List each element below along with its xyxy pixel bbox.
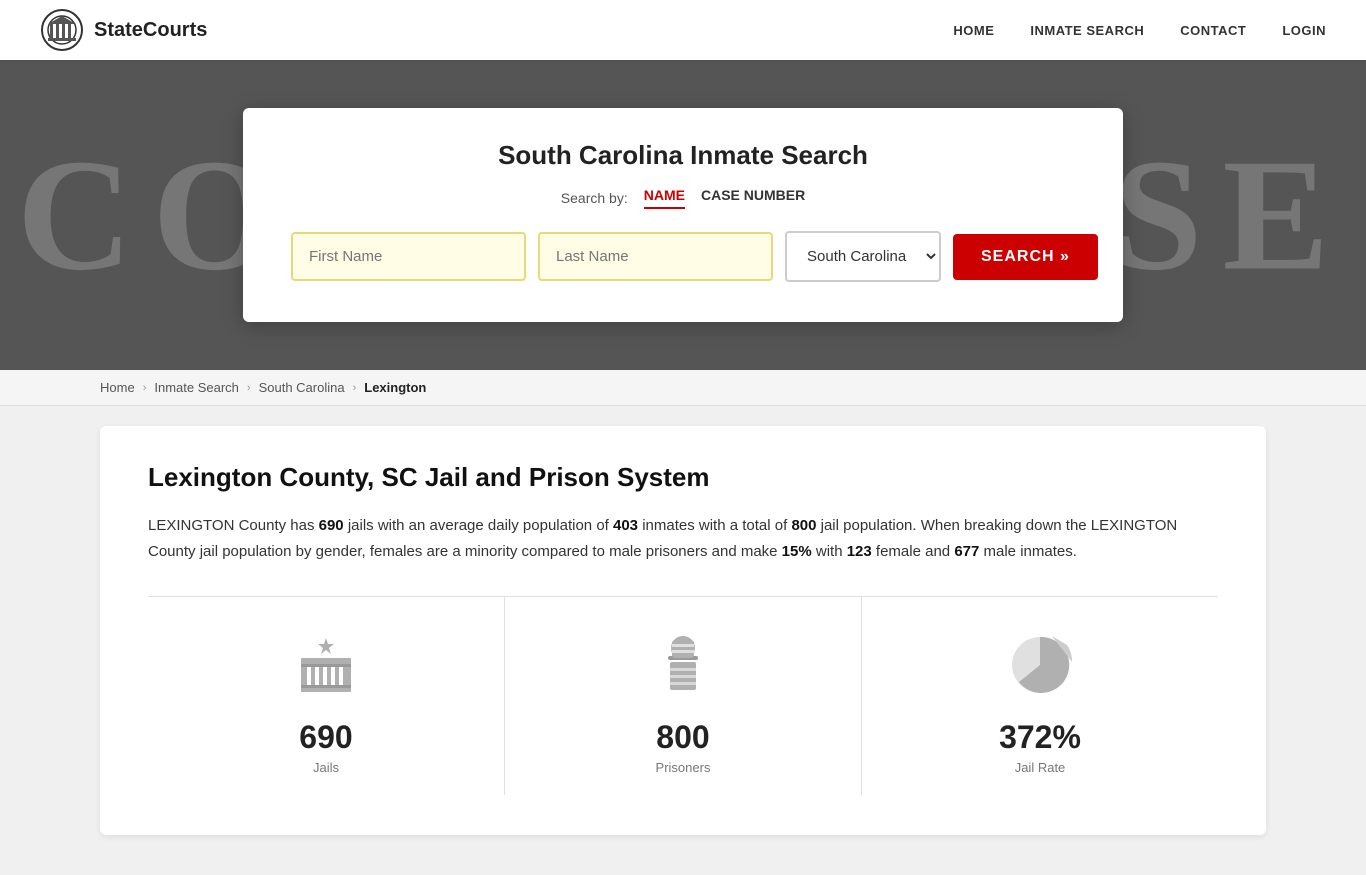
stat-jail-rate: 372% Jail Rate [862,597,1218,795]
stat-jails: 690 Jails [148,597,505,795]
text-mid5: female and [872,543,955,560]
header: StateCourts HOME INMATE SEARCH CONTACT L… [0,0,1366,60]
breadcrumb-south-carolina[interactable]: South Carolina [259,380,345,395]
breadcrumb: Home › Inmate Search › South Carolina › … [0,370,1366,406]
logo-area: StateCourts [40,8,207,52]
logo-icon [40,8,84,52]
breadcrumb-sep-1: › [143,382,147,394]
main-nav: HOME INMATE SEARCH CONTACT LOGIN [953,23,1326,38]
nav-inmate-search[interactable]: INMATE SEARCH [1030,23,1144,38]
tab-name[interactable]: NAME [644,187,685,209]
search-by-row: Search by: NAME CASE NUMBER [291,187,1075,209]
chart-icon [1000,625,1080,705]
breadcrumb-home[interactable]: Home [100,380,135,395]
text-total-pop: 800 [791,517,816,534]
first-name-input[interactable] [291,232,526,281]
text-female-pct: 15% [782,543,812,560]
logo-text: StateCourts [94,19,207,42]
content-card: Lexington County, SC Jail and Prison Sys… [100,426,1266,835]
text-mid2: inmates with a total of [638,517,791,534]
nav-contact[interactable]: CONTACT [1180,23,1246,38]
jail-icon [286,625,366,705]
text-female-count: 123 [847,543,872,560]
stat-jails-number: 690 [299,719,352,756]
breadcrumb-inmate-search[interactable]: Inmate Search [154,380,239,395]
breadcrumb-sep-2: › [247,382,251,394]
text-avg-pop: 403 [613,517,638,534]
search-inputs-row: South Carolina Alabama Alaska Arizona Ar… [291,231,1075,282]
stat-prisoners-number: 800 [656,719,709,756]
content-title: Lexington County, SC Jail and Prison Sys… [148,462,1218,493]
search-by-label: Search by: [561,190,628,206]
text-mid1: jails with an average daily population o… [344,517,613,534]
text-end: male inmates. [979,543,1077,560]
main-content: Lexington County, SC Jail and Prison Sys… [0,406,1366,875]
breadcrumb-sep-3: › [353,382,357,394]
content-body: LEXINGTON County has 690 jails with an a… [148,513,1218,564]
prisoner-icon [643,625,723,705]
stat-jail-rate-number: 372% [999,719,1081,756]
nav-login[interactable]: LOGIN [1282,23,1326,38]
last-name-input[interactable] [538,232,773,281]
text-intro: LEXINGTON County has [148,517,319,534]
state-select[interactable]: South Carolina Alabama Alaska Arizona Ar… [785,231,941,282]
text-male-count: 677 [954,543,979,560]
text-jails: 690 [319,517,344,534]
nav-home[interactable]: HOME [953,23,994,38]
hero-section: COURTHOUSE South Carolina Inmate Search … [0,60,1366,370]
stat-prisoners: 800 Prisoners [505,597,862,795]
search-button[interactable]: SEARCH » [953,234,1098,280]
stats-row: 690 Jails [148,596,1218,795]
search-card: South Carolina Inmate Search Search by: … [243,108,1123,322]
search-card-title: South Carolina Inmate Search [291,140,1075,171]
text-mid4: with [812,543,847,560]
tab-case-number[interactable]: CASE NUMBER [701,187,805,209]
breadcrumb-current: Lexington [364,380,426,395]
